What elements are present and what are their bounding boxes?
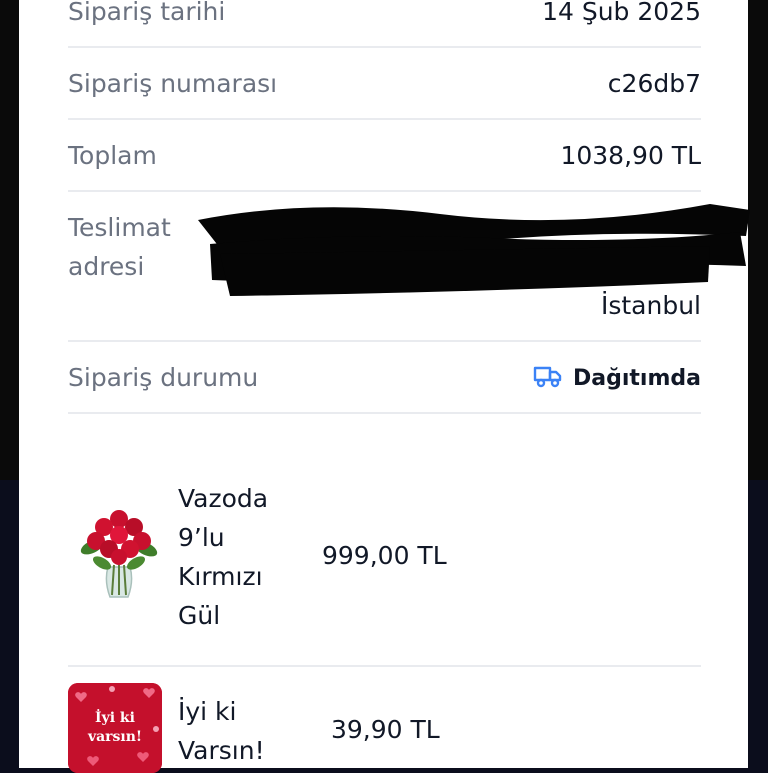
delivery-address-label-line1: Teslimat	[68, 213, 171, 242]
order-total-value: 1038,90 TL	[560, 141, 701, 170]
product-price-2: 39,90 TL	[331, 715, 440, 744]
product-image-card: İyi ki varsın!	[68, 683, 162, 773]
card-image-text: İyi ki varsın!	[68, 709, 162, 747]
order-status-value: Dağıtımda	[573, 365, 701, 391]
product-name-1-line: Kırmızı	[178, 562, 263, 591]
product-name-2: İyi ki Varsın!	[178, 692, 265, 770]
order-date-label: Sipariş tarihi	[68, 0, 226, 26]
card-image-text-line2: varsın!	[87, 729, 143, 745]
order-number-row: Sipariş numarası c26db7	[68, 48, 701, 120]
product-name-1-line: Vazoda	[178, 484, 269, 513]
order-details-card: Sipariş tarihi 14 Şub 2025 Sipariş numar…	[19, 0, 748, 773]
delivery-address-label-line2: adresi	[68, 252, 145, 281]
product-divider	[68, 665, 701, 667]
product-name-2-line: İyi ki	[178, 697, 237, 726]
address-redaction	[190, 196, 758, 302]
order-date-value: 14 Şub 2025	[542, 0, 701, 26]
order-status-label: Sipariş durumu	[68, 363, 259, 392]
truck-icon	[533, 364, 563, 392]
order-status-row: Sipariş durumu Dağıtımda	[68, 342, 701, 414]
product-name-1: Vazoda 9’lu Kırmızı Gül	[178, 479, 268, 635]
product-name-1-line: Gül	[178, 601, 221, 630]
product-image-roses	[74, 505, 164, 609]
product-name-1-line: 9’lu	[178, 523, 225, 552]
order-number-label: Sipariş numarası	[68, 69, 278, 98]
order-total-label: Toplam	[68, 141, 157, 170]
order-status-badge: Dağıtımda	[533, 364, 701, 392]
product-name-2-line: Varsın!	[178, 736, 265, 765]
product-price-1: 999,00 TL	[322, 541, 447, 570]
card-image-text-line1: İyi ki	[95, 710, 135, 726]
order-total-row: Toplam 1038,90 TL	[68, 120, 701, 192]
order-number-value: c26db7	[607, 69, 701, 98]
order-date-row: Sipariş tarihi 14 Şub 2025	[68, 0, 701, 48]
